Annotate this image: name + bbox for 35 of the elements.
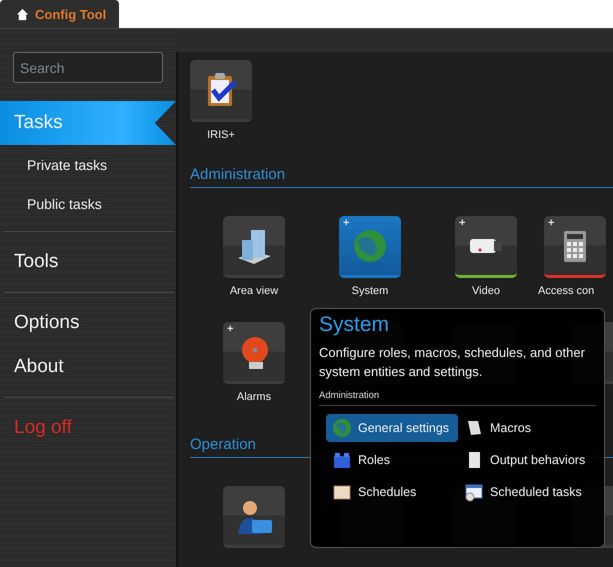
- tile-label: System: [352, 285, 388, 298]
- sidebar-item[interactable]: Tools: [0, 240, 176, 284]
- menu-item[interactable]: Scheduled tasks: [458, 478, 598, 506]
- app-tile[interactable]: +: [544, 216, 606, 278]
- group-label: Administration: [319, 390, 596, 406]
- section-heading: Administration: [190, 164, 613, 188]
- app-tile[interactable]: +: [455, 216, 517, 278]
- sidebar-item[interactable]: About: [0, 345, 176, 389]
- menu-item[interactable]: Schedules: [326, 478, 458, 506]
- home-icon: [16, 8, 29, 20]
- tile-label: Alarms: [236, 391, 272, 404]
- menu-item[interactable]: General settings: [326, 414, 458, 442]
- app-tile[interactable]: +: [339, 216, 401, 278]
- app-tile[interactable]: [223, 216, 285, 278]
- search-field[interactable]: Search: [13, 52, 163, 83]
- plus-sign: +: [548, 217, 554, 229]
- tooltip-description: Configure roles, macros, schedules, and other system entities and settings.: [319, 344, 586, 381]
- tile-label: Access con: [538, 285, 594, 298]
- plus-sign: +: [343, 217, 350, 229]
- blocks-icon: [332, 450, 352, 470]
- plus-sign: +: [227, 323, 234, 335]
- tile-label: Video: [472, 285, 500, 298]
- tile-label: Area view: [230, 285, 278, 298]
- app-tile[interactable]: [190, 60, 252, 122]
- sidebar-item[interactable]: Private tasks: [0, 145, 176, 184]
- plus-sign: +: [459, 217, 466, 229]
- tile-label: IRIS+: [207, 129, 235, 142]
- sidebar-item[interactable]: Public tasks: [0, 184, 176, 223]
- app-tile[interactable]: [223, 486, 285, 548]
- app-tile[interactable]: +: [223, 322, 285, 384]
- tooltip-title: System: [319, 313, 390, 337]
- sidebar-item[interactable]: Options: [0, 301, 176, 345]
- clock-window-icon: [464, 482, 484, 502]
- globe-icon: [332, 418, 352, 438]
- app-tab[interactable]: Config Tool: [0, 0, 119, 28]
